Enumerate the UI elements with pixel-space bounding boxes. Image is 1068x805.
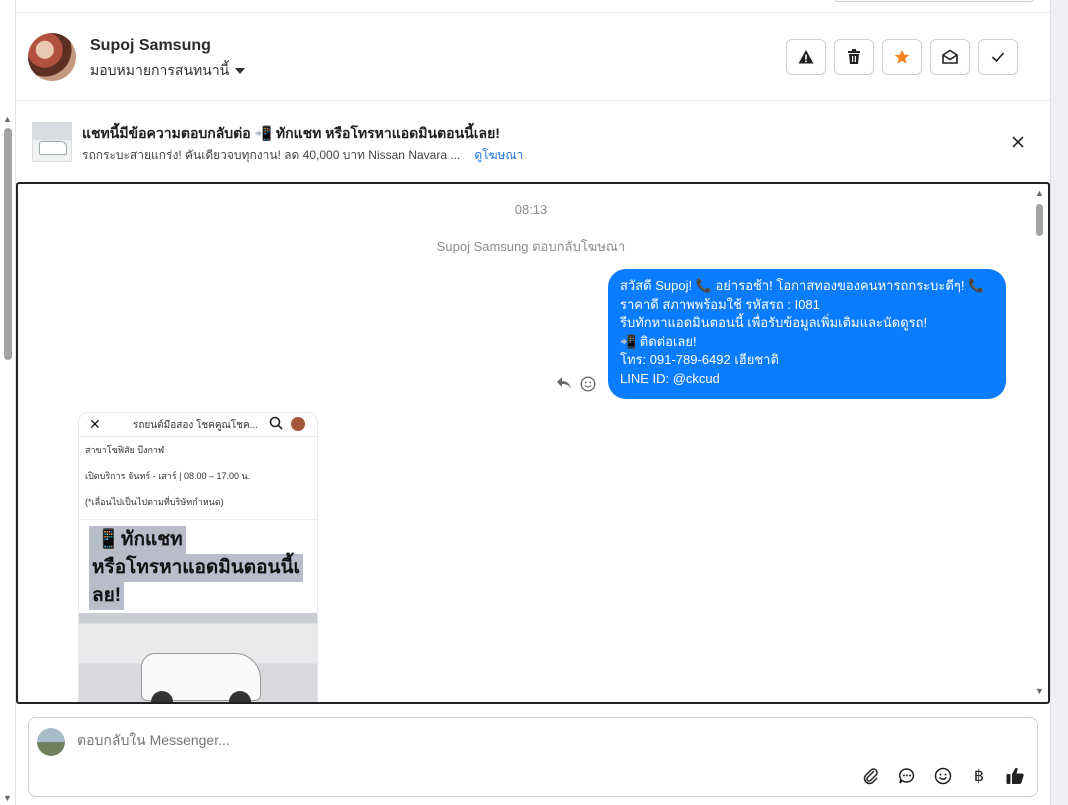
scrollbar-thumb[interactable] xyxy=(1036,204,1043,236)
pickup-truck-photo xyxy=(79,613,317,702)
message-actions xyxy=(556,376,596,392)
message-line: ราคาดี สภาพพร้อมใช้ รหัสรถ : I081 xyxy=(620,296,820,312)
right-gutter xyxy=(1050,0,1068,805)
star-icon xyxy=(894,49,910,64)
ad-reply-note: Supoj Samsung ตอบกลับโฆษณา xyxy=(436,239,626,254)
message-line: 📲 ติดต่อเลย! xyxy=(620,333,697,349)
top-toolbar-strip xyxy=(16,0,1050,13)
like-button[interactable] xyxy=(1005,766,1025,786)
close-icon xyxy=(1012,136,1024,148)
scroll-down-arrow-icon[interactable]: ▼ xyxy=(3,793,12,803)
composer-tools: ฿ xyxy=(861,766,1025,786)
thumbs-up-icon xyxy=(1006,767,1024,784)
reply-icon[interactable] xyxy=(556,376,572,390)
scroll-up-arrow-icon[interactable]: ▲ xyxy=(3,114,12,124)
report-spam-button[interactable] xyxy=(786,39,826,75)
message-thread[interactable]: 08:13 Supoj Samsung ตอบกลับโฆษณา สวัสดี … xyxy=(16,182,1050,704)
page-avatar xyxy=(37,728,65,756)
trash-icon xyxy=(848,49,860,64)
message-line: รีบทักหาแอดมินตอนนี้ เพื่อรับข้อมูลเพิ่ม… xyxy=(620,315,928,331)
outgoing-message-bubble[interactable]: สวัสดี Supoj! 📞 อย่ารอช้า! โอกาสทองของคน… xyxy=(608,269,1006,399)
close-banner-button[interactable] xyxy=(1006,130,1030,154)
close-icon: ✕ xyxy=(89,416,101,432)
star-button[interactable] xyxy=(882,39,922,75)
thread-scrollbar[interactable]: ▲ ▼ xyxy=(1034,184,1046,702)
attachment-cta-text: 📲 ทักแชท หรือโทรหาแอดมินตอนนี้เ ลย! xyxy=(89,526,307,610)
emoji-icon xyxy=(934,767,952,785)
page-avatar xyxy=(291,417,305,431)
contact-name[interactable]: Supoj Samsung xyxy=(90,37,211,55)
warning-icon xyxy=(798,50,814,64)
delete-button[interactable] xyxy=(834,39,874,75)
baht-icon[interactable]: ฿ xyxy=(969,766,989,786)
scroll-up-arrow-icon[interactable]: ▲ xyxy=(1035,188,1044,198)
assign-label: มอบหมายการสนทนานี้ xyxy=(90,62,230,78)
conversation-header: Supoj Samsung มอบหมายการสนทนานี้ xyxy=(16,13,1050,101)
ad-image-attachment[interactable]: ✕ รถยนต์มือสอง โชคคูณโชค... สาขาโชฟิสัย … xyxy=(78,412,318,702)
attachment-text-line: (*เลื่อนไปเป็นไปตามที่บริษัทกำหนด) xyxy=(85,497,224,507)
ad-thumbnail[interactable] xyxy=(32,122,72,162)
check-icon xyxy=(991,52,1005,63)
message-line: LINE ID: @ckcud xyxy=(620,370,720,386)
ad-subtitle: รถกระบะสายแกร่ง! คันเดียวจบทุกงาน! ลด 40… xyxy=(82,148,461,162)
page-scrollbar[interactable]: ▲ xyxy=(0,0,16,805)
attachment-topbar: ✕ รถยนต์มือสอง โชคคูณโชค... xyxy=(79,413,317,437)
saved-reply-icon xyxy=(898,768,915,784)
message-timestamp: 08:13 xyxy=(514,202,548,217)
ad-title: แชทนี้มีข้อความตอบกลับต่อ 📲 ทักแชท หรือโ… xyxy=(82,125,500,141)
attachment-text-line: เปิดบริการ จันทร์ - เสาร์ | 08.00 – 17.0… xyxy=(85,471,251,481)
cta-line: ลย! xyxy=(89,582,125,610)
cta-line: 📲 ทักแชท xyxy=(89,526,186,554)
ad-subtitle-row: รถกระบะสายแกร่ง! คันเดียวจบทุกงาน! ลด 40… xyxy=(82,146,523,165)
top-control[interactable] xyxy=(834,0,1034,2)
search-icon xyxy=(269,416,283,430)
attach-file-button[interactable] xyxy=(861,766,881,786)
message-line: สวัสดี Supoj! 📞 อย่ารอช้า! โอกาสทองของคน… xyxy=(620,278,985,293)
header-actions xyxy=(786,39,1018,75)
divider xyxy=(79,519,317,520)
reply-input[interactable] xyxy=(77,732,677,748)
react-emoji-icon[interactable] xyxy=(580,376,596,392)
scrollbar-thumb[interactable] xyxy=(4,128,12,360)
scroll-down-arrow-icon[interactable]: ▼ xyxy=(1035,686,1044,696)
assign-conversation-dropdown[interactable]: มอบหมายการสนทนานี้ xyxy=(90,60,246,82)
attachment-icon xyxy=(863,768,878,785)
chevron-down-icon xyxy=(235,68,246,74)
messenger-inbox-page: ▲ ▼ Supoj Samsung มอบหมายการสนทนานี้ แชท… xyxy=(0,0,1068,805)
message-line: โทร: 091-789-6492 เฮียชาติ xyxy=(620,352,779,368)
mark-unread-button[interactable] xyxy=(930,39,970,75)
attachment-page-title: รถยนต์มือสอง โชคคูณโชค... xyxy=(133,420,258,431)
view-ad-link[interactable]: ดูโฆษณา xyxy=(474,148,523,162)
emoji-button[interactable] xyxy=(933,766,953,786)
ad-reply-banner: แชทนี้มีข้อความตอบกลับต่อ 📲 ทักแชท หรือโ… xyxy=(16,102,1050,180)
mark-done-button[interactable] xyxy=(978,39,1018,75)
cta-line: หรือโทรหาแอดมินตอนนี้เ xyxy=(89,554,303,582)
message-composer: ฿ xyxy=(28,717,1038,797)
attachment-text-line: สาขาโชฟิสัย บึงกาฬ xyxy=(85,445,165,455)
saved-reply-button[interactable] xyxy=(897,766,917,786)
contact-avatar[interactable] xyxy=(28,33,76,81)
mark-unread-icon xyxy=(942,49,958,64)
